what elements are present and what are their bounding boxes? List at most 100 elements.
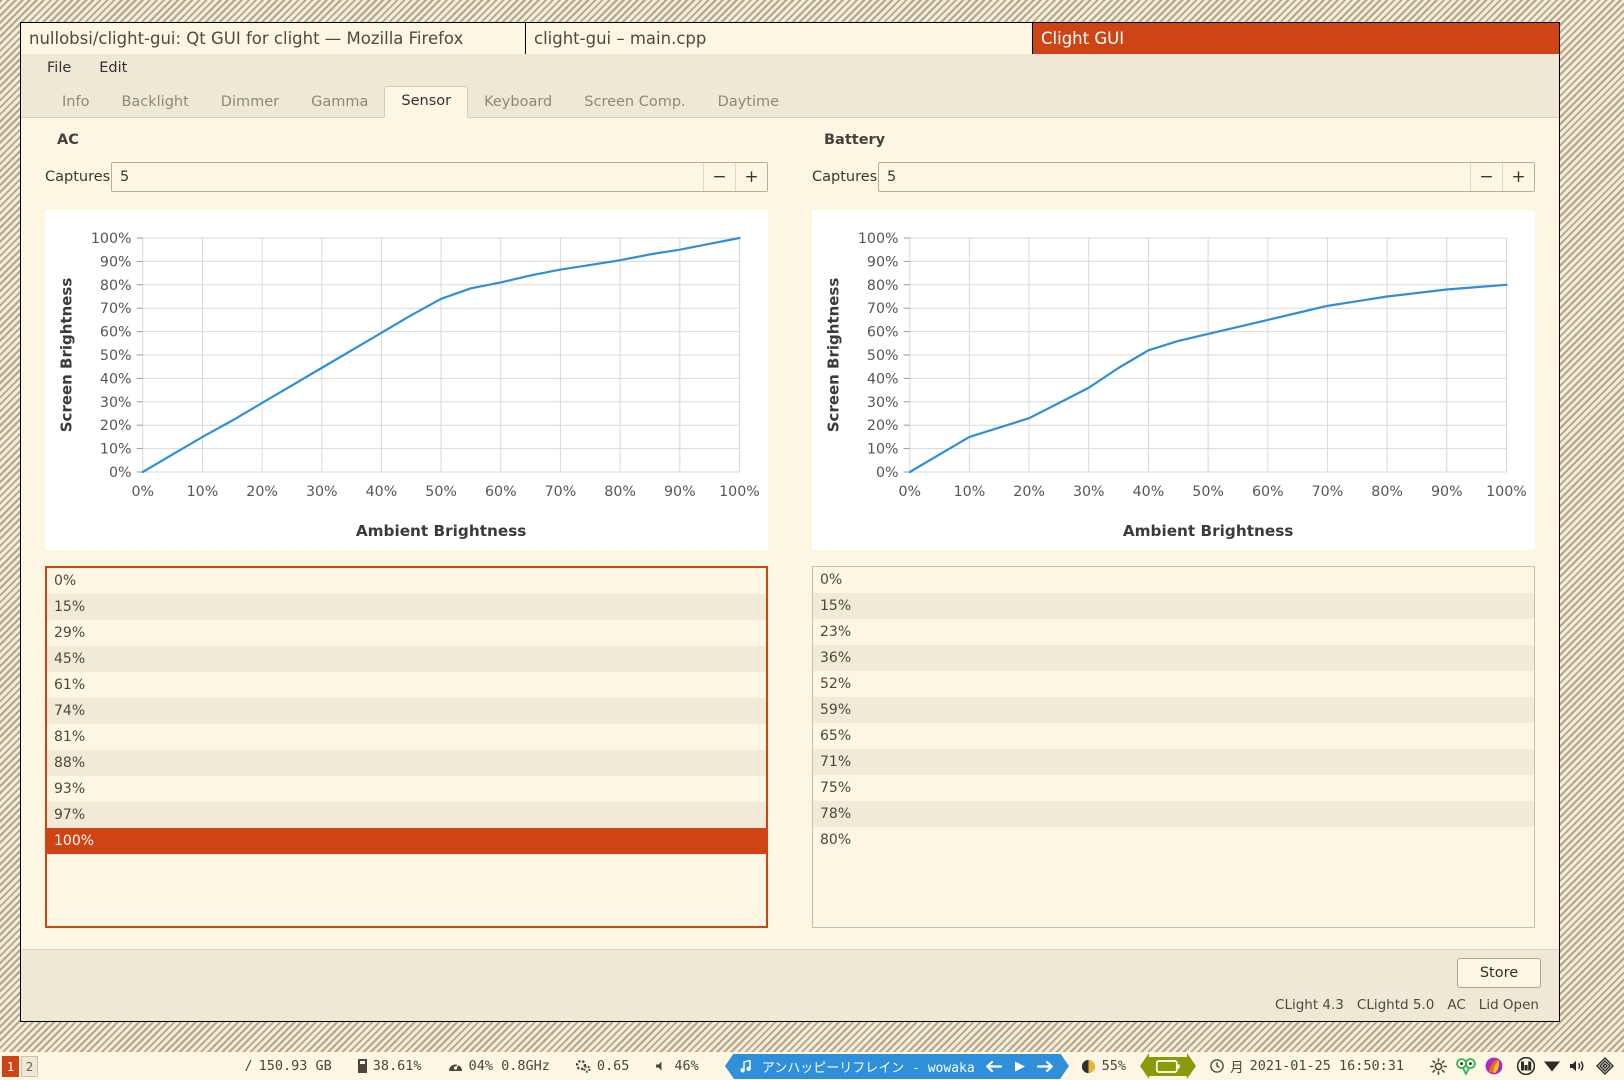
play-icon[interactable] <box>1012 1060 1027 1073</box>
ac-list-item-label: 81% <box>54 729 86 745</box>
ac-list-item[interactable]: 15% <box>47 594 766 620</box>
battery-captures-plus-button[interactable]: + <box>1502 163 1534 191</box>
battery-chart-y-tick-label: 50% <box>867 348 899 364</box>
taskbar-brightness[interactable]: 55% <box>1081 1058 1126 1074</box>
ac-captures-input[interactable]: 5 <box>112 163 703 191</box>
battery-captures-input[interactable]: 5 <box>879 163 1470 191</box>
tab-keyboard[interactable]: Keyboard <box>468 88 568 118</box>
taskbar-clock[interactable]: 月 2021-01-25 16:50:31 <box>1210 1056 1404 1076</box>
ac-captures-spinbox[interactable]: 5 − + <box>111 162 768 192</box>
window-title-editor-label: clight-gui – main.cpp <box>534 29 707 48</box>
tab-screen-comp[interactable]: Screen Comp. <box>568 88 701 118</box>
ac-list-item[interactable]: 100% <box>47 828 766 854</box>
taskbar: 1 2 / 150.93 GB 38.61% 04% 0.8GHz 0.65 4… <box>0 1052 1624 1080</box>
battery-list-item[interactable]: 75% <box>813 775 1534 801</box>
menu-item-file[interactable]: File <box>43 58 75 78</box>
battery-captures-minus-button[interactable]: − <box>1470 163 1502 191</box>
battery-captures-row: Captures 5 − + <box>812 162 1535 192</box>
ac-list-item[interactable]: 81% <box>47 724 766 750</box>
battery-chart-card: 0% 10% 20% 30% 40% 50% 60% 70% 80% 90% 100% 0% 10% 20… <box>812 210 1535 550</box>
ac-values-list[interactable]: 0% 15% 29% 45% 61% 74% 81% 88% 93% 97% 100% <box>45 566 768 928</box>
half-moon-icon <box>1081 1059 1096 1074</box>
battery-chart-y-tick-label: 60% <box>867 325 899 341</box>
ac-list-item[interactable]: 88% <box>47 750 766 776</box>
music-player-chip[interactable]: アンハッピーリフレイン - wowaka <box>733 1053 1060 1079</box>
ac-captures-minus-button[interactable]: − <box>703 163 735 191</box>
taskbar-disk[interactable]: / 150.93 GB <box>244 1058 331 1074</box>
taskbar-cpu[interactable]: 04% 0.8GHz <box>448 1058 550 1074</box>
tab-dimmer[interactable]: Dimmer <box>205 88 295 118</box>
taskbar-memory[interactable]: 38.61% <box>357 1058 422 1074</box>
colorful-icon[interactable] <box>1485 1057 1503 1075</box>
battery-list-item[interactable]: 59% <box>813 697 1534 723</box>
prev-icon[interactable] <box>985 1060 1002 1073</box>
tab-gamma[interactable]: Gamma <box>295 88 384 118</box>
tab-daytime[interactable]: Daytime <box>702 88 795 118</box>
battery-chart-y-tick-label: 80% <box>867 278 899 294</box>
music-chip-left-arrow <box>724 1053 734 1079</box>
ac-list-item[interactable]: 61% <box>47 672 766 698</box>
ac-captures-plus-button[interactable]: + <box>735 163 767 191</box>
battery-list-item-label: 71% <box>820 754 852 770</box>
battery-list-item[interactable]: 71% <box>813 749 1534 775</box>
ac-list-item[interactable]: 74% <box>47 698 766 724</box>
battery-list-item[interactable]: 65% <box>813 723 1534 749</box>
ac-chart-y-tick-label: 0% <box>109 465 132 481</box>
battery-list-item-label: 78% <box>820 806 852 822</box>
ac-list-item[interactable]: 29% <box>47 620 766 646</box>
sensor-tab-content: AC Captures 5 − + 0% 10% 20% 30% 40% 50% 60% 70… <box>21 118 1559 1021</box>
tray-left-group <box>1430 1057 1503 1075</box>
tab-info[interactable]: Info <box>46 88 105 118</box>
ac-list-item[interactable]: 45% <box>47 646 766 672</box>
network-icon[interactable] <box>1543 1059 1561 1073</box>
manjaro-icon[interactable] <box>1517 1057 1535 1075</box>
ac-chart-y-tick-label: 70% <box>100 301 132 317</box>
tab-sensor[interactable]: Sensor <box>384 85 469 118</box>
taskbar-volume[interactable]: 46% <box>655 1058 699 1074</box>
next-icon[interactable] <box>1036 1060 1054 1073</box>
menu-item-edit[interactable]: Edit <box>95 58 131 78</box>
battery-list-item[interactable]: 23% <box>813 619 1534 645</box>
ac-chart-card: 0% 10% 20% 30% 40% 50% 60% 70% 80% 90% 100% 0% 10% 20… <box>45 210 768 550</box>
battery-list-item[interactable]: 78% <box>813 801 1534 827</box>
battery-chart-x-tick-label: 30% <box>1073 484 1105 500</box>
ac-chart-y-tick-label: 30% <box>100 395 132 411</box>
desktop-2-button[interactable]: 2 <box>21 1055 38 1077</box>
battery-list-item[interactable]: 52% <box>813 671 1534 697</box>
battery-list-item[interactable]: 80% <box>813 827 1534 853</box>
clock-day: 月 <box>1230 1060 1244 1076</box>
ac-list-item[interactable]: 0% <box>47 568 766 594</box>
tab-backlight[interactable]: Backlight <box>105 88 204 118</box>
sun-icon[interactable] <box>1430 1057 1447 1075</box>
battery-list-item-label: 0% <box>820 572 843 588</box>
battery-list-item[interactable]: 36% <box>813 645 1534 671</box>
ac-list-item[interactable]: 93% <box>47 776 766 802</box>
layers-icon[interactable] <box>1596 1057 1614 1075</box>
taskbar-load[interactable]: 0.65 <box>575 1058 629 1074</box>
battery-list-item-label: 65% <box>820 728 852 744</box>
battery-chart-x-tick-label: 10% <box>954 484 986 500</box>
ac-list-item[interactable]: 97% <box>47 802 766 828</box>
disk-value: 150.93 GB <box>258 1058 332 1074</box>
battery-chip[interactable] <box>1149 1056 1188 1076</box>
ac-chart-y-axis-label: Screen Brightness <box>57 278 75 432</box>
clock-value: 2021-01-25 16:50:31 <box>1249 1058 1404 1074</box>
battery-captures-spinbox[interactable]: 5 − + <box>878 162 1535 192</box>
battery-chart-x-tick-label: 80% <box>1371 484 1403 500</box>
window-title-clight-gui[interactable]: Clight GUI <box>1033 23 1559 54</box>
window-title-editor[interactable]: clight-gui – main.cpp <box>526 23 1033 54</box>
status-clightd-version: CLightd 5.0 <box>1356 997 1435 1013</box>
volume-icon[interactable] <box>1569 1059 1588 1073</box>
status-line: CLight 4.3 CLightd 5.0 AC Lid Open <box>1275 997 1539 1013</box>
battery-values-list[interactable]: 0% 15% 23% 36% 52% 59% 65% 71% 75% 78% 80% <box>812 566 1535 928</box>
ac-chart-x-axis-label: Ambient Brightness <box>356 522 527 540</box>
battery-list-item[interactable]: 0% <box>813 567 1534 593</box>
mask-icon[interactable] <box>1456 1057 1476 1075</box>
battery-list-item[interactable]: 15% <box>813 593 1534 619</box>
window-title-firefox[interactable]: nullobsi/clight-gui: Qt GUI for clight —… <box>21 23 526 54</box>
window-title-firefox-label: nullobsi/clight-gui: Qt GUI for clight —… <box>29 29 464 48</box>
battery-chart-x-tick-label: 40% <box>1133 484 1165 500</box>
footer-bar: Store CLight 4.3 CLightd 5.0 AC Lid Open <box>21 949 1559 1021</box>
store-button[interactable]: Store <box>1457 958 1541 988</box>
desktop-1-button[interactable]: 1 <box>2 1055 19 1077</box>
